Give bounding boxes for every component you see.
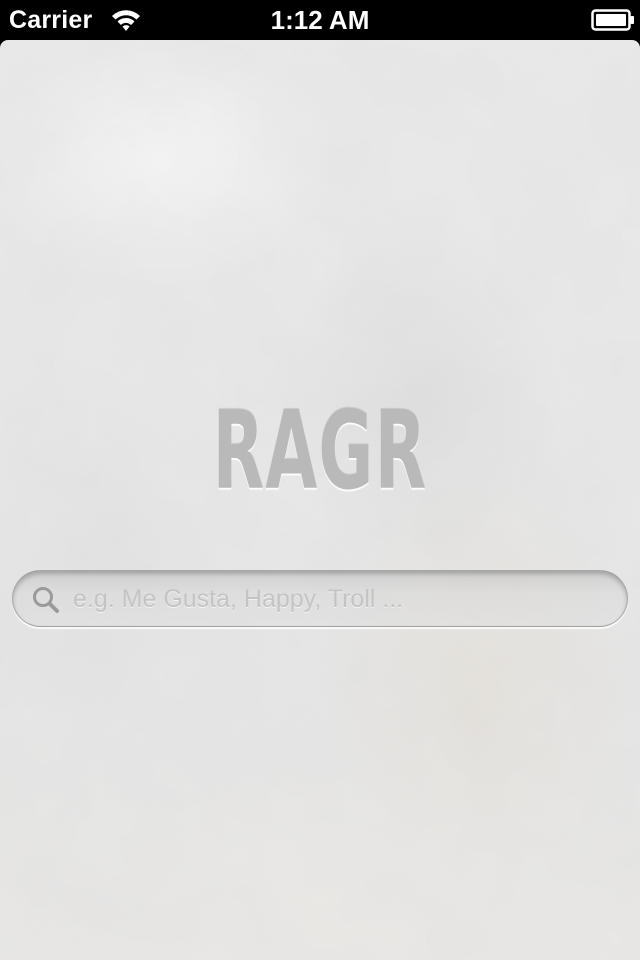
status-time: 1:12 AM (270, 5, 370, 35)
app-logo-title: RAGR (212, 389, 428, 514)
main-content: RAGR (0, 40, 640, 960)
status-bar: Carrier 1:12 AM (0, 0, 640, 40)
app-screen: Carrier 1:12 AM RAGR e.g. Me Gusta, Happ… (0, 0, 640, 960)
battery-icon (591, 9, 635, 31)
search-icon (31, 585, 61, 615)
search-input[interactable] (71, 579, 613, 619)
search-field[interactable] (12, 570, 628, 627)
